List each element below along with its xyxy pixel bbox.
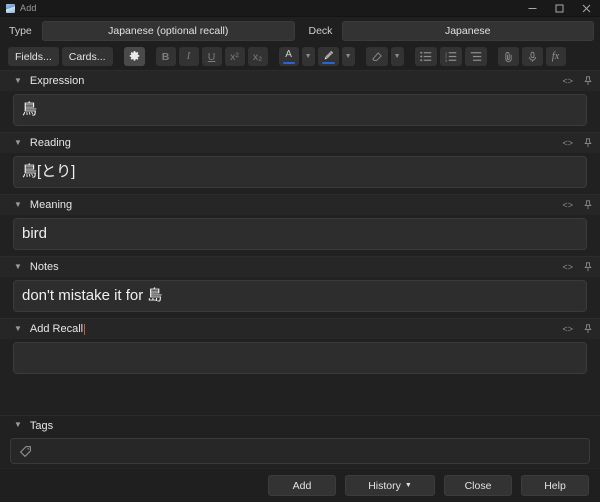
field-label-add-recall: Add Recall (29, 323, 84, 335)
field-header-add-recall[interactable]: ▼ Add Recall <> (0, 318, 600, 339)
pin-icon[interactable] (584, 200, 592, 210)
chevron-down-icon[interactable]: ▼ (14, 420, 22, 429)
chevron-down-icon[interactable]: ▼ (14, 262, 22, 271)
field-label-expression: Expression (29, 75, 85, 87)
notetype-deck-row: Type Japanese (optional recall) Deck Jap… (0, 17, 600, 44)
field-label-notes: Notes (29, 261, 59, 273)
fields-button[interactable]: Fields... (8, 47, 59, 66)
text-color-chevron-down-icon[interactable]: ▼ (301, 47, 315, 66)
italic-button[interactable]: I (178, 47, 199, 66)
tags-section: ▼ Tags (0, 415, 600, 468)
equation-label: fx (551, 51, 560, 62)
history-label: History (368, 479, 401, 492)
field-input-expression[interactable]: 鳥 (13, 94, 587, 126)
html-editor-icon[interactable]: <> (562, 262, 573, 272)
add-button[interactable]: Add (268, 475, 336, 496)
bullet-list-icon[interactable] (414, 47, 437, 66)
anki-icon (6, 3, 15, 13)
field-header-expression[interactable]: ▼ Expression <> (0, 70, 600, 91)
text-align-icon[interactable] (464, 47, 487, 66)
field-input-reading[interactable]: 鳥[とり] (13, 156, 587, 188)
field-header-notes[interactable]: ▼ Notes <> (0, 256, 600, 277)
text-color-button[interactable]: A (278, 47, 299, 66)
text-cursor (84, 323, 86, 335)
pin-icon[interactable] (584, 262, 592, 272)
tags-label: Tags (29, 419, 54, 432)
html-editor-icon[interactable]: <> (562, 200, 573, 210)
html-editor-icon[interactable]: <> (562, 138, 573, 148)
text-color-label: A (285, 49, 292, 60)
bottom-button-bar: Add History ▼ Close Help (0, 468, 600, 502)
editor-toolbar: Fields... Cards... B I U x² x₂ A ▼ ▼ ▼ 1… (0, 44, 600, 70)
chevron-down-icon[interactable]: ▼ (14, 76, 22, 85)
help-button[interactable]: Help (521, 475, 589, 496)
gear-icon[interactable] (123, 47, 145, 66)
notetype-selector[interactable]: Japanese (optional recall) (42, 21, 295, 41)
window-title: Add (20, 3, 37, 13)
field-label-meaning: Meaning (29, 199, 73, 211)
type-label: Type (9, 25, 32, 37)
field-header-reading[interactable]: ▼ Reading <> (0, 132, 600, 153)
html-editor-icon[interactable]: <> (562, 324, 573, 334)
title-bar: Add (0, 0, 600, 17)
field-input-meaning[interactable]: bird (13, 218, 587, 250)
minimize-icon[interactable] (519, 0, 546, 17)
tags-input[interactable] (10, 438, 590, 464)
paperclip-icon[interactable] (497, 47, 519, 66)
field-input-add-recall[interactable] (13, 342, 587, 374)
eraser-icon[interactable] (365, 47, 388, 66)
close-icon[interactable] (573, 0, 600, 17)
fields-container: ▼ Expression <> 鳥 ▼ Reading <> 鳥[とり] ▼ M… (0, 70, 600, 415)
field-input-notes[interactable]: don't mistake it for 島 (13, 280, 587, 312)
deck-label: Deck (308, 25, 333, 37)
chevron-down-icon[interactable]: ▼ (14, 324, 22, 333)
highlight-color-swatch (321, 62, 335, 64)
bold-button[interactable]: B (155, 47, 176, 66)
superscript-button[interactable]: x² (224, 47, 245, 66)
tags-header[interactable]: ▼ Tags (0, 415, 600, 435)
svg-text:3: 3 (445, 59, 447, 62)
highlighter-pen-icon[interactable] (317, 47, 339, 66)
tag-icon (19, 445, 32, 458)
microphone-icon[interactable] (521, 47, 543, 66)
close-button[interactable]: Close (444, 475, 512, 496)
pin-icon[interactable] (584, 324, 592, 334)
html-editor-icon[interactable]: <> (562, 76, 573, 86)
pin-icon[interactable] (584, 76, 592, 86)
highlight-chevron-down-icon[interactable]: ▼ (341, 47, 355, 66)
chevron-down-icon: ▼ (404, 482, 412, 489)
maximize-icon[interactable] (546, 0, 573, 17)
pin-icon[interactable] (584, 138, 592, 148)
text-color-swatch (282, 62, 295, 64)
field-label-reading: Reading (29, 137, 71, 149)
chevron-down-icon[interactable]: ▼ (14, 138, 22, 147)
field-header-meaning[interactable]: ▼ Meaning <> (0, 194, 600, 215)
numbered-list-icon[interactable]: 1 2 3 (439, 47, 462, 66)
underline-button[interactable]: U (201, 47, 222, 66)
cards-button[interactable]: Cards... (61, 47, 113, 66)
history-button[interactable]: History ▼ (345, 475, 435, 496)
subscript-button[interactable]: x₂ (247, 47, 268, 66)
chevron-down-icon[interactable]: ▼ (14, 200, 22, 209)
eraser-chevron-down-icon[interactable]: ▼ (390, 47, 404, 66)
deck-selector[interactable]: Japanese (341, 21, 594, 41)
equation-button[interactable]: fx (545, 47, 566, 66)
